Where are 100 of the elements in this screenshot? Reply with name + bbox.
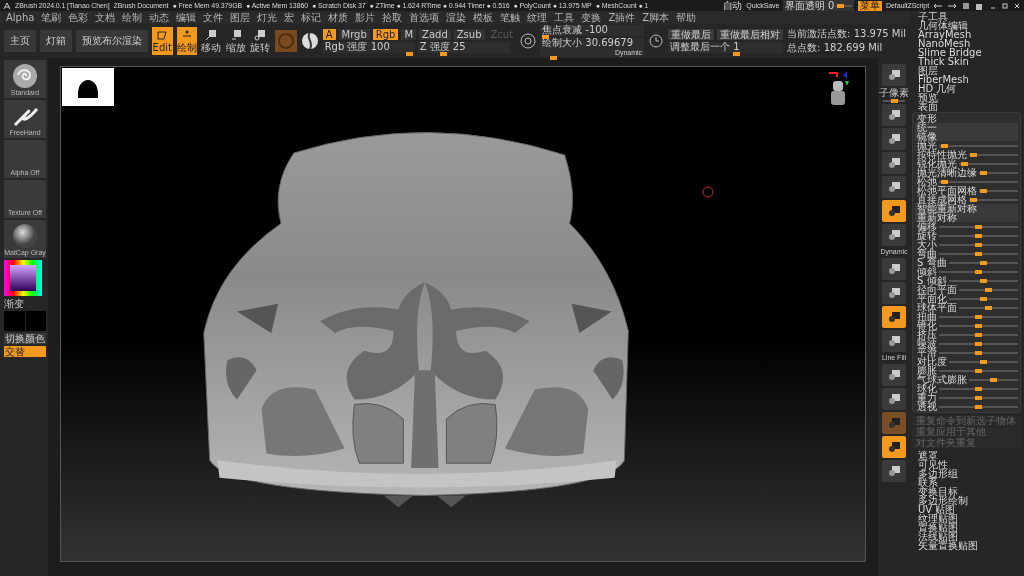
slider-thumb[interactable] [979, 170, 987, 175]
view-button[interactable] [882, 436, 906, 458]
view-button[interactable] [882, 306, 906, 328]
deformation-slider[interactable] [939, 180, 1018, 183]
slider-thumb[interactable] [975, 404, 982, 409]
slider-thumb[interactable] [975, 386, 982, 391]
subpalette-title[interactable]: 多边形绘制 [916, 496, 1021, 505]
view-button[interactable] [882, 224, 906, 246]
subpalette-title[interactable]: 预览 [916, 93, 1021, 102]
subpalette-title[interactable]: 变换目标 [916, 487, 1021, 496]
close-icon[interactable] [1013, 1, 1021, 10]
slider-thumb[interactable] [985, 287, 992, 292]
channel-button[interactable]: Mrgb [338, 29, 370, 40]
menu-item[interactable]: 笔刷 [39, 11, 64, 24]
slider-thumb[interactable] [975, 251, 982, 256]
deformation-slider[interactable] [939, 324, 1018, 327]
menu-item[interactable]: Z脚本 [640, 11, 672, 24]
menu-item[interactable]: 宏 [282, 11, 297, 24]
view-button[interactable] [882, 460, 906, 482]
deformation-slider[interactable] [959, 288, 1018, 291]
slider-thumb[interactable] [980, 296, 987, 301]
subpalette-title[interactable]: 图层 [916, 66, 1021, 75]
focal-shift-icon[interactable] [520, 33, 537, 49]
menu-item[interactable]: 笔触 [498, 11, 523, 24]
subpalette-title[interactable]: HD 几何 [916, 84, 1021, 93]
deformation-title[interactable]: 变形 [915, 114, 1018, 123]
deformation-slider[interactable] [948, 261, 1018, 264]
deformation-slider[interactable] [939, 405, 1018, 408]
deformation-slider[interactable] [939, 369, 1018, 372]
menu-item[interactable]: Z插件 [606, 11, 638, 24]
deformation-slider[interactable] [939, 234, 1018, 237]
toolbar-icon[interactable] [947, 1, 957, 10]
deformation-button[interactable]: 镜像 [915, 132, 1018, 141]
deformation-slider[interactable] [939, 351, 1018, 354]
view-button[interactable] [882, 330, 906, 352]
menu-item[interactable]: 材质 [326, 11, 351, 24]
transparency-slider[interactable] [836, 4, 853, 7]
menu-item[interactable]: 工具 [552, 11, 577, 24]
menu-item[interactable]: 影片 [353, 11, 378, 24]
toolbar-button[interactable]: 预览布尔渲染 [76, 30, 148, 52]
menu-item[interactable]: 模板 [471, 11, 496, 24]
slider-thumb[interactable] [439, 52, 447, 56]
slider-thumb[interactable] [970, 197, 978, 202]
slider-thumb[interactable] [979, 260, 987, 265]
subpalette-title[interactable]: UV 贴图 [916, 505, 1021, 514]
slider-thumb[interactable] [975, 395, 982, 400]
subpalette-title[interactable]: 联系 [916, 478, 1021, 487]
deformation-slider[interactable] [949, 297, 1018, 300]
slider-thumb[interactable] [975, 332, 982, 337]
slider-thumb[interactable] [732, 52, 740, 56]
slider-thumb[interactable] [941, 143, 949, 148]
view-button[interactable] [882, 64, 906, 86]
deformation-slider[interactable] [979, 189, 1018, 192]
slider-thumb[interactable] [990, 377, 997, 382]
toolbar-icon[interactable] [933, 1, 943, 10]
deformation-slider[interactable] [969, 378, 1018, 381]
mode-button[interactable]: 旋转 [250, 27, 271, 55]
deformation-slider[interactable] [939, 225, 1018, 228]
subpalette-title[interactable]: 多边形组 [916, 469, 1021, 478]
subpalette-title[interactable]: FiberMesh [916, 75, 1021, 84]
menu-item[interactable]: 渲染 [444, 11, 469, 24]
slider-thumb[interactable] [975, 341, 982, 346]
deformation-slider[interactable] [969, 153, 1018, 156]
view-button[interactable] [882, 104, 906, 126]
alternate-button[interactable]: 交替 [4, 346, 46, 357]
menu-item[interactable]: 首选项 [407, 11, 442, 24]
deformation-slider[interactable] [979, 171, 1018, 174]
restore-icon[interactable] [1001, 1, 1009, 10]
deformation-slider[interactable] [939, 252, 1018, 255]
slider-thumb[interactable] [975, 368, 982, 373]
menu-item[interactable]: 编辑 [174, 11, 199, 24]
menu-item[interactable]: 灯光 [255, 11, 280, 24]
view-button[interactable] [882, 364, 906, 386]
slider-thumb[interactable] [836, 3, 844, 8]
deformation-slider[interactable] [939, 396, 1018, 399]
slider-thumb[interactable] [975, 350, 982, 355]
subpalette-title[interactable]: 子工具 [916, 12, 1021, 21]
slider-thumb[interactable] [985, 305, 992, 310]
deformation-slider[interactable] [959, 306, 1018, 309]
channel-button[interactable]: M [401, 29, 417, 40]
menu-item[interactable]: 色彩 [66, 11, 91, 24]
deformation-button[interactable]: 统一 [915, 123, 1018, 132]
deformation-slider[interactable] [948, 279, 1018, 282]
view-button[interactable] [882, 388, 906, 410]
subpalette-title[interactable]: 表面 [916, 102, 1021, 111]
slider-thumb[interactable] [960, 161, 968, 166]
switch-color-button[interactable]: 切换颜色 [4, 333, 46, 344]
subpalette-title[interactable]: 法线贴图 [916, 532, 1021, 541]
slider-thumb[interactable] [980, 359, 987, 364]
menu-toggle-button[interactable]: 菜单 [858, 0, 883, 11]
deformation-slider[interactable] [969, 198, 1018, 201]
mode-button[interactable]: 缩放 [225, 27, 247, 55]
subpalette-title[interactable]: Thick Skin [916, 57, 1021, 66]
deformation-slider[interactable] [939, 315, 1018, 318]
deformation-button[interactable]: 重新对称 [915, 213, 1018, 222]
deformation-slider[interactable] [939, 243, 1018, 246]
subpalette-title[interactable]: 可见性 [916, 460, 1021, 469]
subpalette-title[interactable]: 遮罩 [916, 451, 1021, 460]
subpalette-title[interactable]: 置换贴图 [916, 523, 1021, 532]
view-button[interactable] [882, 152, 906, 174]
